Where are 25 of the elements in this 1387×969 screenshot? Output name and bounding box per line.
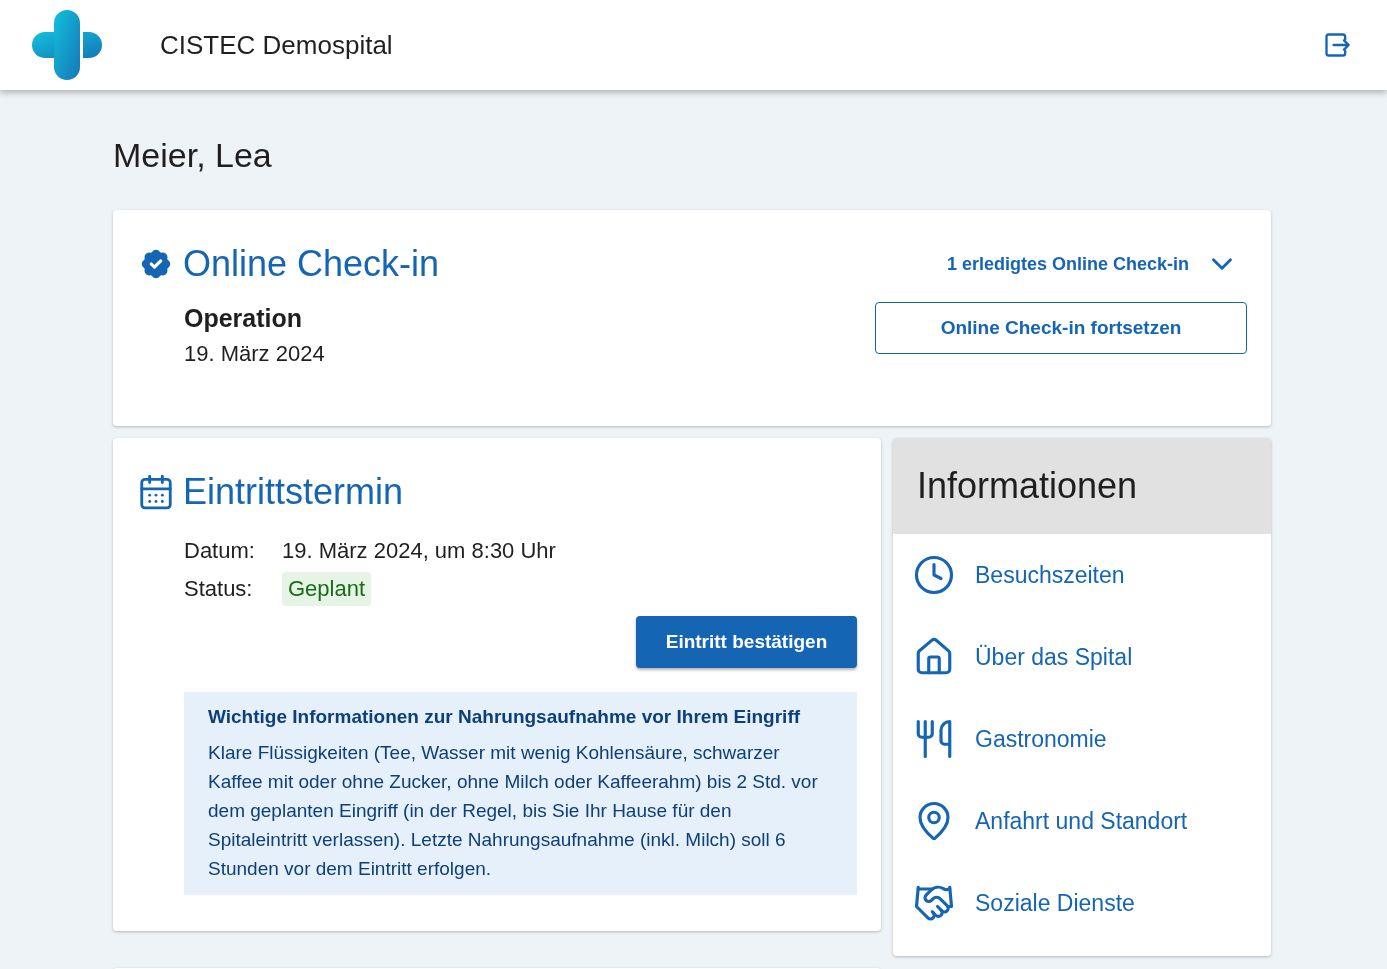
- status-tag: Geplant: [282, 572, 372, 606]
- patient-name: Meier, Lea: [113, 135, 273, 176]
- notice-text: Klare Flüssigkeiten (Tee, Wasser mit wenig Kohlensäure, schwarzer Kaffee mit oder ohne Zucker, ohne Milch oder Kaffeerahm) bis 2 Std. vor dem geplanten Eingriff (in der Regel, bis Sie Ihr Hause für den Spitaleintritt verlassen). Letzte Nahrungsaufnahme (inkl. Milch) soll 6 Stunden vor dem Eintritt erfolgen.: [208, 741, 819, 881]
- field-label: Datum:: [184, 537, 256, 565]
- notice-title: Wichtige Informationen zur Nahrungsaufnahme vor Ihrem Eingriff: [208, 705, 802, 729]
- cross-logo-icon: [32, 10, 102, 80]
- confirm-admission-button[interactable]: Eintritt bestätigen: [636, 616, 857, 668]
- info-link[interactable]: Besuchszeiten: [975, 557, 1125, 593]
- clock-icon: [913, 554, 955, 596]
- info-link[interactable]: Über das Spital: [975, 639, 1133, 675]
- info-link[interactable]: Anfahrt und Standort: [975, 803, 1188, 839]
- info-link[interactable]: Gastronomie: [975, 721, 1107, 757]
- completed-checkins-toggle[interactable]: 1 erledigtes Online Check-in: [946, 247, 1239, 281]
- section-title: Online Check-in: [183, 242, 440, 286]
- section-title: Eintrittstermin: [183, 470, 404, 514]
- calendar-icon: [137, 473, 175, 511]
- procedure-date: 19. März 2024: [184, 340, 325, 368]
- hospital-name: CISTEC Demospital: [160, 28, 393, 62]
- field-value: 19. März 2024, um 8:30 Uhr: [282, 537, 556, 565]
- field-label: Status:: [184, 575, 254, 603]
- info-link[interactable]: Soziale Dienste: [975, 885, 1135, 921]
- panel-title: Informationen: [917, 464, 1138, 508]
- procedure-name: Operation: [184, 303, 304, 334]
- continue-checkin-button[interactable]: Online Check-in fortsetzen: [875, 302, 1247, 354]
- logout-icon[interactable]: [1323, 31, 1351, 59]
